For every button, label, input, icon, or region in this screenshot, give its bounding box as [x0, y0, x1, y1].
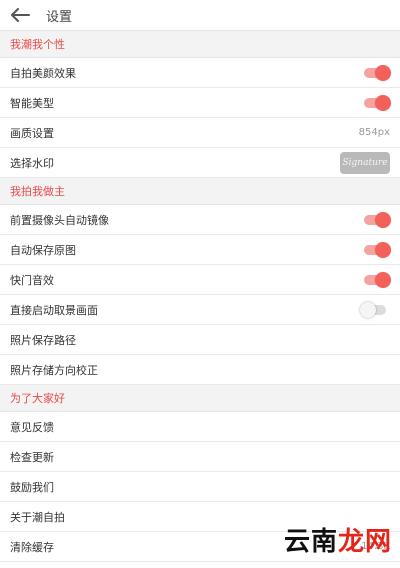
settings-row[interactable]: 前置摄像头自动镜像	[0, 205, 400, 235]
settings-row-label: 智能美型	[10, 96, 54, 110]
settings-row[interactable]: 鼓励我们	[0, 472, 400, 502]
toggle-knob	[375, 64, 391, 81]
section-header: 我潮我个性	[0, 31, 400, 58]
site-logo: 云南龙网	[284, 521, 392, 558]
toggle-switch[interactable]	[364, 64, 391, 81]
settings-row[interactable]: 检查更新	[0, 442, 400, 472]
toggle-switch[interactable]	[364, 211, 391, 228]
toggle-knob	[375, 211, 391, 228]
settings-row-label: 鼓励我们	[10, 480, 54, 494]
settings-row-label: 意见反馈	[10, 420, 54, 434]
section-header: 我拍我做主	[0, 178, 400, 205]
toggle-knob	[375, 241, 391, 258]
arrow-left-icon	[11, 8, 30, 22]
settings-list: 我潮我个性自拍美颜效果 智能美型画质设置 854px 选择水印 Signature 我拍我…	[0, 31, 400, 562]
settings-row-label: 自动保存原图	[10, 243, 76, 257]
toggle-switch[interactable]	[364, 241, 391, 258]
toggle-knob	[360, 301, 376, 318]
settings-row-label: 照片存储方向校正	[10, 363, 98, 377]
settings-row-label: 画质设置	[10, 126, 54, 140]
settings-row[interactable]: 照片存储方向校正	[0, 355, 400, 385]
settings-row-label: 照片保存路径	[10, 333, 76, 347]
toggle-switch[interactable]	[360, 301, 386, 318]
settings-row-label: 快门音效	[10, 273, 54, 287]
toggle-knob	[375, 94, 391, 111]
settings-row[interactable]: 自动保存原图	[0, 235, 400, 265]
settings-row[interactable]: 快门音效	[0, 265, 400, 295]
section-header: 为了大家好	[0, 385, 400, 412]
site-logo-part2: 龙网	[337, 527, 392, 557]
settings-row-label: 选择水印	[10, 156, 54, 170]
toggle-knob	[375, 271, 391, 288]
settings-row-label: 前置摄像头自动镜像	[10, 213, 109, 227]
top-bar: 设置	[0, 0, 400, 31]
settings-row-label: 直接启动取景画面	[10, 303, 98, 317]
settings-row[interactable]: 画质设置 854px	[0, 118, 400, 148]
settings-row[interactable]: 直接启动取景画面	[0, 295, 400, 325]
settings-row[interactable]: 选择水印 Signature	[0, 148, 400, 178]
settings-row[interactable]: 智能美型	[0, 88, 400, 118]
settings-row[interactable]: 意见反馈	[0, 412, 400, 442]
toggle-switch[interactable]	[364, 271, 391, 288]
toggle-switch[interactable]	[364, 94, 391, 111]
page-title: 设置	[46, 9, 73, 25]
watermark-preview[interactable]: Signature	[340, 151, 390, 174]
settings-row[interactable]: 照片保存路径	[0, 325, 400, 355]
settings-row-value: 854px	[358, 127, 390, 138]
settings-row-label: 检查更新	[10, 450, 54, 464]
settings-row-label: 自拍美颜效果	[10, 66, 76, 80]
settings-row[interactable]: 自拍美颜效果	[0, 58, 400, 88]
back-button[interactable]	[0, 0, 40, 30]
site-logo-part1: 云南	[283, 527, 338, 557]
